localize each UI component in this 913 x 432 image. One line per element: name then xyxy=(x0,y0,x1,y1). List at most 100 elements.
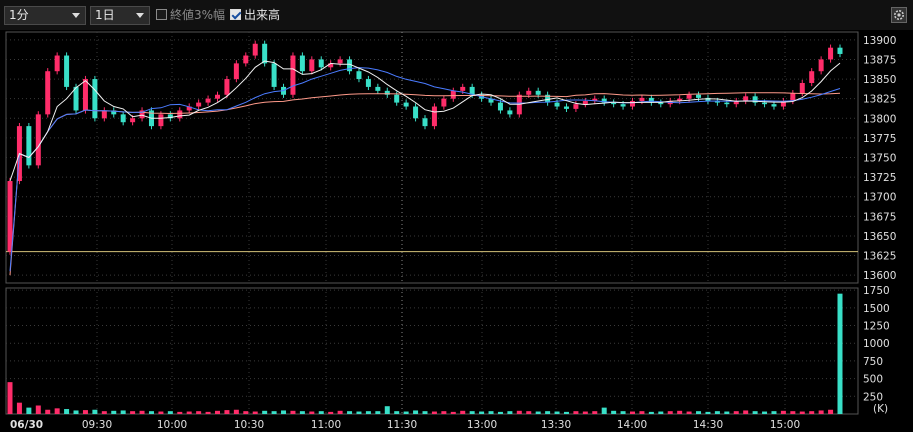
date-label: 06/30 xyxy=(10,419,43,431)
volume-bars xyxy=(7,293,843,414)
volume-bar xyxy=(705,411,711,414)
volume-bar xyxy=(696,411,702,414)
candle-body xyxy=(582,101,588,105)
volume-bar xyxy=(148,411,154,414)
candle-body xyxy=(64,55,70,87)
volume-bar xyxy=(837,293,843,414)
volume-bar xyxy=(563,411,569,414)
volume-bar xyxy=(535,411,541,414)
volume-bar xyxy=(328,411,334,414)
volume-bar xyxy=(526,411,532,414)
candle-body xyxy=(262,43,268,64)
price-candles xyxy=(7,40,843,255)
candle-body xyxy=(554,102,560,107)
volume-bar xyxy=(82,410,88,414)
candle-body xyxy=(620,104,626,107)
candle-body xyxy=(375,86,381,91)
price-axis: 13600 13625 13650 13675 13700 13725 13750 13775… xyxy=(863,35,896,282)
volume-bar xyxy=(101,411,107,414)
candle-body xyxy=(648,97,654,103)
candle-body xyxy=(233,63,239,80)
candle-body xyxy=(35,114,41,166)
volume-bar xyxy=(648,411,654,414)
candle-body xyxy=(696,94,702,98)
volume-bar xyxy=(771,411,777,414)
volume-bar xyxy=(73,410,79,414)
volume-bar xyxy=(394,411,400,414)
price-tick-label: 13850 xyxy=(863,74,896,86)
time-tick-label: 10:00 xyxy=(157,419,187,431)
price-tick-label: 13700 xyxy=(863,192,896,204)
candle-body xyxy=(771,104,777,107)
volume-bar xyxy=(611,410,617,414)
candle-body xyxy=(205,98,211,103)
candle-body xyxy=(290,55,296,95)
volume-bar xyxy=(479,411,485,414)
volume-bar xyxy=(507,411,513,414)
volume-bar xyxy=(403,411,409,414)
volume-bar xyxy=(224,410,230,414)
candle-body xyxy=(526,90,532,95)
volume-bar xyxy=(318,411,324,414)
volume-bar xyxy=(630,411,635,414)
candle-body xyxy=(818,59,824,72)
volume-axis: 250 500 750 1000 1250 1500 1750 xyxy=(863,285,890,403)
time-tick-label: 09:30 xyxy=(82,419,112,431)
candle-body xyxy=(460,86,466,91)
candle-body xyxy=(101,110,107,119)
moving-average-mid xyxy=(9,67,841,272)
volume-bar xyxy=(450,411,456,414)
candle-body xyxy=(743,96,749,102)
volume-bar xyxy=(35,405,41,414)
time-tick-label: 13:00 xyxy=(467,419,497,431)
volume-bar xyxy=(233,409,239,414)
volume-bar xyxy=(601,407,607,414)
candle-body xyxy=(158,114,164,127)
candle-body xyxy=(337,59,343,64)
candle-body xyxy=(7,181,13,252)
volume-bar xyxy=(262,410,268,414)
volume-bar xyxy=(422,411,428,414)
candle-body xyxy=(809,71,815,83)
volume-tick-label: 500 xyxy=(863,374,883,386)
price-volume-chart: 13600 13625 13650 13675 13700 13725 13750 13775… xyxy=(5,31,896,431)
volume-bar xyxy=(271,411,277,414)
volume-bar xyxy=(554,411,560,414)
volume-bar xyxy=(752,411,758,414)
volume-bar xyxy=(413,410,419,414)
price-tick-label: 13675 xyxy=(863,211,896,223)
volume-bar xyxy=(497,411,503,414)
volume-bar xyxy=(7,382,13,414)
candle-body xyxy=(243,55,249,64)
volume-bar xyxy=(799,411,805,414)
volume-unit-label: (K) xyxy=(873,403,888,415)
volume-tick-label: 250 xyxy=(863,391,883,403)
price-tick-label: 13900 xyxy=(863,35,896,47)
price-tick-label: 13825 xyxy=(863,94,896,106)
volume-bar xyxy=(828,409,834,414)
volume-bar xyxy=(26,407,32,414)
candle-body xyxy=(563,106,569,109)
candle-body xyxy=(639,97,645,102)
volume-bar xyxy=(177,411,183,414)
volume-bar xyxy=(130,411,136,414)
volume-bar xyxy=(762,411,768,414)
price-tick-label: 13625 xyxy=(863,251,896,263)
price-tick-label: 13725 xyxy=(863,172,896,184)
candle-body xyxy=(356,71,362,80)
price-tick-label: 13650 xyxy=(863,231,896,243)
volume-bar xyxy=(252,411,258,414)
candle-body xyxy=(54,55,60,72)
candle-body xyxy=(828,47,834,60)
volume-bar xyxy=(64,409,70,414)
candle-body xyxy=(45,71,51,115)
candle-body xyxy=(26,126,32,166)
volume-bar xyxy=(582,411,588,414)
candle-body xyxy=(82,79,88,111)
volume-bar xyxy=(243,411,249,414)
volume-bar xyxy=(356,411,362,414)
candle-body xyxy=(365,79,371,87)
volume-bar xyxy=(431,411,437,414)
candle-body xyxy=(196,102,202,107)
candle-body xyxy=(120,114,126,123)
